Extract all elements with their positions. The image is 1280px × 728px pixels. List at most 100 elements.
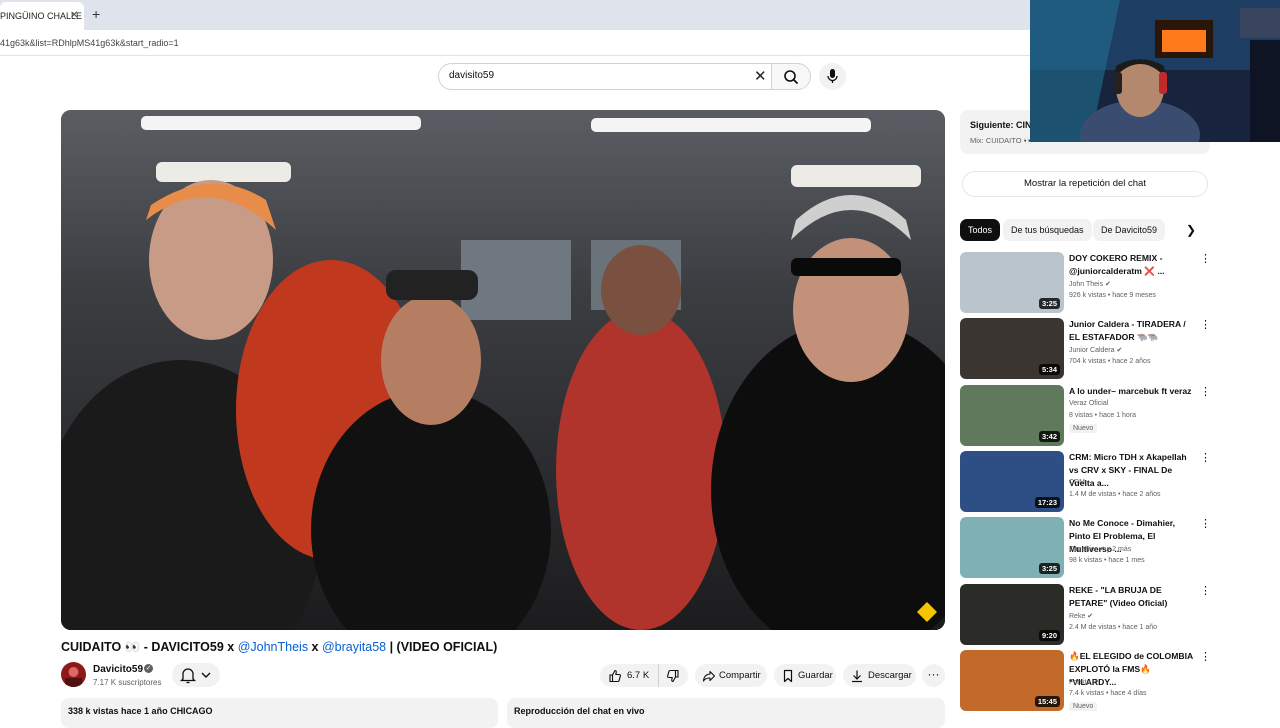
- new-badge: Nuevo: [1069, 702, 1098, 711]
- recommendation-meta: 7.4 k vistas • hace 4 días: [1069, 690, 1147, 697]
- show-chat-replay-button[interactable]: Mostrar la repetición del chat: [962, 171, 1208, 197]
- title-separator: x: [308, 640, 322, 654]
- new-badge: Nuevo: [1069, 424, 1098, 433]
- more-vert-icon[interactable]: ⋮: [1200, 386, 1211, 398]
- close-icon[interactable]: ✕: [754, 69, 767, 84]
- save-label: Guardar: [798, 670, 833, 681]
- video-thumbnail[interactable]: 9:20: [960, 584, 1064, 645]
- channel-name[interactable]: Davicito59: [93, 664, 143, 675]
- video-thumbnail[interactable]: 3:25: [960, 517, 1064, 578]
- share-button[interactable]: Compartir: [695, 664, 767, 687]
- recommendation-item[interactable]: 9:20 REKE - "LA BRUJA DE PETARE" (Video O…: [960, 584, 1211, 646]
- video-duration: 5:34: [1038, 364, 1060, 375]
- bookmark-icon: [783, 669, 793, 683]
- chip-todos[interactable]: Todos: [960, 219, 1001, 241]
- more-vert-icon[interactable]: ⋮: [1200, 651, 1211, 663]
- recommendation-item[interactable]: 15:45 🔥EL ELEGIDO de COLOMBIA EXPLOTÓ la …: [960, 650, 1211, 712]
- more-vert-icon[interactable]: ⋮: [1200, 253, 1211, 265]
- recommendation-item[interactable]: 3:42 A lo under– marcebuk ft veraz Veraz O…: [960, 385, 1211, 447]
- more-vert-icon[interactable]: ⋮: [1200, 452, 1211, 464]
- video-thumbnail[interactable]: 3:42: [960, 385, 1064, 446]
- video-title: CUIDAITO 👀 - DAVICITO59 x @JohnTheis x @…: [61, 640, 497, 655]
- share-icon: [702, 670, 716, 682]
- download-label: Descargar: [868, 670, 912, 681]
- recommendation-channel[interactable]: Forcito ✔: [1069, 678, 1098, 686]
- video-title-end: | (VIDEO OFICIAL): [386, 640, 498, 654]
- channel-subscribers: 7.17 K suscriptores: [93, 678, 162, 687]
- video-thumbnail[interactable]: 17:23: [960, 451, 1064, 512]
- mention-link-2[interactable]: @brayita58: [322, 640, 386, 654]
- recommendation-item[interactable]: 3:25 DOY COKERO REMIX - @juniorcalderatm …: [960, 252, 1211, 314]
- search-button[interactable]: [771, 63, 811, 90]
- recommendation-item[interactable]: 3:25 No Me Conoce - Dimahier, Pinto El Pr…: [960, 517, 1211, 579]
- video-frame: [61, 110, 945, 630]
- recommendation-title[interactable]: Junior Caldera - TIRADERA / EL ESTAFADOR…: [1069, 318, 1197, 344]
- mic-icon: [827, 69, 838, 83]
- more-icon[interactable]: ···: [922, 664, 945, 687]
- more-vert-icon[interactable]: ⋮: [1200, 319, 1211, 331]
- new-tab-icon[interactable]: +: [92, 6, 100, 22]
- notifications-button[interactable]: [172, 663, 220, 687]
- search-icon: [784, 70, 798, 84]
- verified-icon: ✓: [144, 664, 153, 673]
- video-duration: 3:42: [1038, 431, 1060, 442]
- dislike-button[interactable]: [658, 664, 688, 687]
- thumb-down-icon: [667, 669, 679, 683]
- chip-de-davicito59[interactable]: De Davicito59: [1093, 219, 1166, 241]
- recommendation-channel[interactable]: Veraz Oficial: [1069, 400, 1108, 407]
- chat-replay-panel[interactable]: Reproducción del chat en vivo: [507, 698, 945, 728]
- recommendation-meta: 1.4 M de vistas • hace 2 años: [1069, 491, 1161, 498]
- bell-icon: [179, 668, 211, 684]
- description-box[interactable]: 338 k vistas hace 1 año CHICAGO: [61, 698, 498, 728]
- description-summary: 338 k vistas hace 1 año CHICAGO: [68, 706, 213, 716]
- recommendation-title[interactable]: A lo under– marcebuk ft veraz: [1069, 385, 1197, 398]
- voice-search-button[interactable]: [819, 63, 846, 90]
- chip-de-tus-busquedas[interactable]: De tus búsquedas: [1003, 219, 1092, 241]
- chat-replay-title: Reproducción del chat en vivo: [514, 706, 645, 716]
- webcam-overlay: [1030, 0, 1280, 142]
- recommendation-item[interactable]: 5:34 Junior Caldera - TIRADERA / EL ESTAF…: [960, 318, 1211, 380]
- recommendation-channel[interactable]: CRM: [1069, 479, 1085, 486]
- video-duration: 9:20: [1038, 630, 1060, 641]
- tab-close-icon[interactable]: ✕: [70, 11, 78, 21]
- download-button[interactable]: Descargar: [843, 664, 916, 687]
- recommendation-meta: 8 vistas • hace 1 hora: [1069, 412, 1137, 419]
- recommendation-meta: 98 k vistas • hace 1 mes: [1069, 557, 1145, 564]
- save-button[interactable]: Guardar: [774, 664, 836, 687]
- recommendation-meta: 926 k vistas • hace 9 meses: [1069, 292, 1156, 299]
- video-duration: 3:25: [1038, 298, 1060, 309]
- video-thumbnail[interactable]: 3:25: [960, 252, 1064, 313]
- more-vert-icon[interactable]: ⋮: [1200, 585, 1211, 597]
- recommendation-item[interactable]: 17:23 CRM: Micro TDH x Akapellah vs CRV x…: [960, 451, 1211, 513]
- download-icon: [852, 670, 862, 683]
- recommendation-title[interactable]: DOY COKERO REMIX - @juniorcalderatm ❌ ..…: [1069, 252, 1197, 278]
- recommendation-meta: 704 k vistas • hace 2 años: [1069, 358, 1151, 365]
- recommendation-title[interactable]: CRM: Micro TDH x Akapellah vs CRV x SKY …: [1069, 451, 1197, 490]
- recommendation-title[interactable]: REKE - "LA BRUJA DE PETARE" (Video Ofici…: [1069, 584, 1197, 610]
- browser-tab[interactable]: PINGÜINO CHALLE ✕: [0, 2, 84, 30]
- recommendation-meta: 2.4 M de vistas • hace 1 año: [1069, 624, 1158, 631]
- search-input[interactable]: davisito59: [449, 70, 494, 81]
- video-duration: 3:25: [1038, 563, 1060, 574]
- video-duration: 17:23: [1034, 497, 1060, 508]
- recommendation-channel[interactable]: Dimahier ✔ y 2 más: [1069, 545, 1131, 553]
- recommendation-channel[interactable]: Junior Caldera ✔: [1069, 346, 1122, 354]
- search-input-container[interactable]: davisito59 ✕: [438, 63, 771, 90]
- like-button[interactable]: 6.7 K: [600, 664, 658, 687]
- up-next-mix: Mix: CUIDAITO 👀: [970, 136, 1033, 145]
- recommendation-channel[interactable]: Reke ✔: [1069, 612, 1093, 620]
- video-title-main: CUIDAITO 👀 - DAVICITO59 x: [61, 640, 238, 654]
- like-count: 6.7 K: [627, 670, 650, 681]
- channel-avatar[interactable]: [61, 662, 86, 687]
- video-player[interactable]: [61, 110, 945, 630]
- thumb-up-icon: [609, 669, 621, 683]
- more-vert-icon[interactable]: ⋮: [1200, 518, 1211, 530]
- mention-link-1[interactable]: @JohnTheis: [238, 640, 308, 654]
- share-label: Compartir: [719, 670, 761, 681]
- video-duration: 15:45: [1034, 696, 1060, 707]
- address-url[interactable]: 41g63k&list=RDhlpMS41g63k&start_radio=1: [0, 38, 179, 48]
- chevron-right-icon[interactable]: ❯: [1186, 222, 1196, 238]
- recommendation-channel[interactable]: John Theis ✔: [1069, 280, 1111, 288]
- video-thumbnail[interactable]: 15:45: [960, 650, 1064, 711]
- video-thumbnail[interactable]: 5:34: [960, 318, 1064, 379]
